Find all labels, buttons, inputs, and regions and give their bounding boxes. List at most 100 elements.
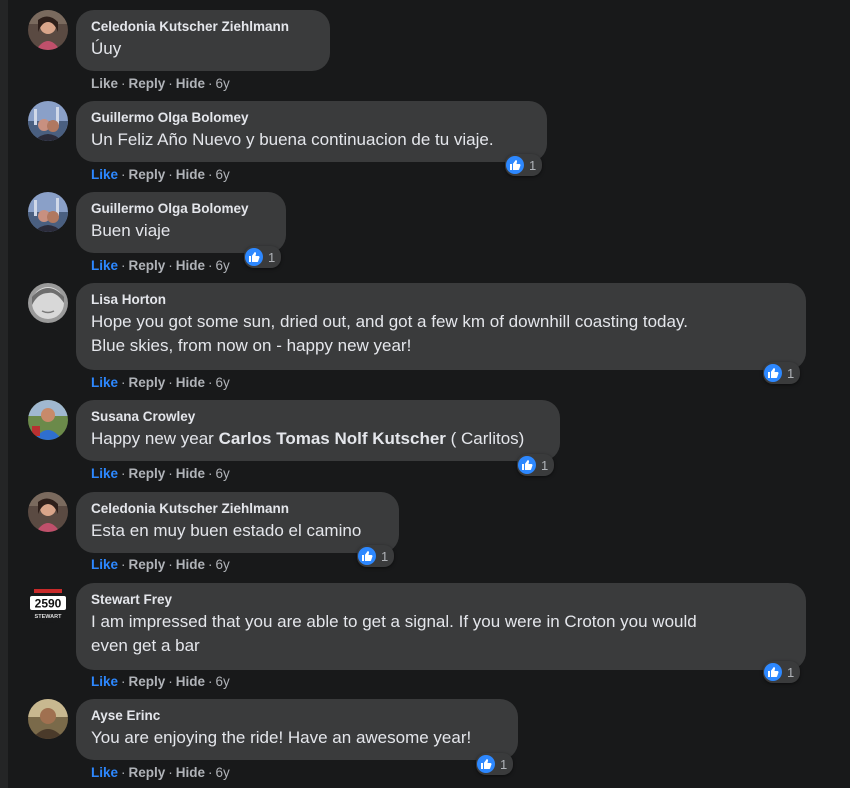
mention-link[interactable]: Carlos Tomas Nolf Kutscher bbox=[219, 429, 446, 448]
avatar[interactable] bbox=[28, 101, 68, 141]
timestamp[interactable]: 6y bbox=[216, 258, 230, 273]
separator: · bbox=[168, 466, 173, 481]
separator: · bbox=[208, 375, 213, 390]
hide-button[interactable]: Hide bbox=[176, 674, 205, 689]
hide-button[interactable]: Hide bbox=[176, 765, 205, 780]
avatar[interactable] bbox=[28, 10, 68, 50]
reaction-count[interactable]: 1 bbox=[763, 362, 801, 384]
thumbs-up-icon bbox=[245, 248, 263, 266]
comment-text-line: even get a bar bbox=[91, 636, 200, 655]
reply-button[interactable]: Reply bbox=[129, 375, 166, 390]
reply-button[interactable]: Reply bbox=[129, 765, 166, 780]
comment-author[interactable]: Ayse Erinc bbox=[91, 707, 506, 724]
comment-actions: Like · Reply · Hide · 6y bbox=[91, 76, 230, 92]
comment-text: Hope you got some sun, dried out, and go… bbox=[91, 310, 794, 358]
separator: · bbox=[208, 167, 213, 182]
comment-text-part: ( Carlitos) bbox=[445, 429, 525, 448]
comment-author[interactable]: Guillermo Olga Bolomey bbox=[91, 109, 535, 126]
timestamp[interactable]: 6y bbox=[216, 674, 230, 689]
hide-button[interactable]: Hide bbox=[176, 167, 205, 182]
comment-bubble: Celedonia Kutscher Ziehlmann Úuy bbox=[76, 10, 330, 71]
hide-button[interactable]: Hide bbox=[176, 375, 205, 390]
like-button[interactable]: Like bbox=[91, 466, 118, 481]
separator: · bbox=[208, 258, 213, 273]
reply-button[interactable]: Reply bbox=[129, 258, 166, 273]
comment-bubble: Guillermo Olga Bolomey Buen viaje bbox=[76, 192, 286, 253]
avatar-number: 2590 bbox=[35, 597, 62, 611]
like-button[interactable]: Like bbox=[91, 557, 118, 572]
avatar[interactable] bbox=[28, 192, 68, 232]
comment-author[interactable]: Guillermo Olga Bolomey bbox=[91, 200, 274, 217]
separator: · bbox=[121, 557, 126, 572]
reply-button[interactable]: Reply bbox=[129, 557, 166, 572]
reaction-count[interactable]: 1 bbox=[244, 246, 282, 268]
comment-author[interactable]: Lisa Horton bbox=[91, 291, 794, 308]
avatar-image bbox=[28, 492, 68, 532]
timestamp[interactable]: 6y bbox=[216, 557, 230, 572]
like-button[interactable]: Like bbox=[91, 258, 118, 273]
avatar[interactable] bbox=[28, 699, 68, 739]
comment-text: Happy new year Carlos Tomas Nolf Kutsche… bbox=[91, 427, 548, 451]
comment-actions: Like · Reply · Hide · 6y bbox=[91, 674, 230, 690]
avatar-label: STEWART bbox=[35, 614, 63, 620]
like-button[interactable]: Like bbox=[91, 167, 118, 182]
avatar-image bbox=[28, 400, 68, 440]
timestamp[interactable]: 6y bbox=[216, 167, 230, 182]
reaction-number: 1 bbox=[541, 457, 549, 473]
left-panel-edge bbox=[0, 0, 8, 788]
avatar[interactable] bbox=[28, 283, 68, 323]
comment-bubble: Guillermo Olga Bolomey Un Feliz Año Nuev… bbox=[76, 101, 547, 162]
timestamp[interactable]: 6y bbox=[216, 375, 230, 390]
comment-author[interactable]: Celedonia Kutscher Ziehlmann bbox=[91, 18, 318, 35]
reply-button[interactable]: Reply bbox=[129, 674, 166, 689]
separator: · bbox=[121, 167, 126, 182]
separator: · bbox=[168, 765, 173, 780]
hide-button[interactable]: Hide bbox=[176, 76, 205, 91]
thumbs-up-icon bbox=[477, 755, 495, 773]
separator: · bbox=[208, 674, 213, 689]
reply-button[interactable]: Reply bbox=[129, 466, 166, 481]
comment-bubble: Susana Crowley Happy new year Carlos Tom… bbox=[76, 400, 560, 461]
hide-button[interactable]: Hide bbox=[176, 258, 205, 273]
separator: · bbox=[121, 375, 126, 390]
hide-button[interactable]: Hide bbox=[176, 557, 205, 572]
reply-button[interactable]: Reply bbox=[129, 76, 166, 91]
comment-text: Esta en muy buen estado el camino bbox=[91, 521, 362, 540]
thumbs-up-icon bbox=[764, 663, 782, 681]
timestamp[interactable]: 6y bbox=[216, 76, 230, 91]
reaction-count[interactable]: 1 bbox=[505, 154, 543, 176]
separator: · bbox=[121, 765, 126, 780]
timestamp[interactable]: 6y bbox=[216, 765, 230, 780]
reaction-count[interactable]: 1 bbox=[476, 753, 514, 775]
like-button[interactable]: Like bbox=[91, 765, 118, 780]
separator: · bbox=[121, 466, 126, 481]
comment-text: I am impressed that you are able to get … bbox=[91, 610, 794, 658]
comment-author[interactable]: Celedonia Kutscher Ziehlmann bbox=[91, 500, 387, 517]
avatar-image bbox=[28, 283, 68, 323]
thumbs-up-icon bbox=[518, 456, 536, 474]
separator: · bbox=[208, 466, 213, 481]
comment-text: Úuy bbox=[91, 39, 122, 58]
separator: · bbox=[168, 258, 173, 273]
avatar-image bbox=[28, 192, 68, 232]
like-button[interactable]: Like bbox=[91, 674, 118, 689]
reaction-count[interactable]: 1 bbox=[763, 661, 801, 683]
comment-text-line: I am impressed that you are able to get … bbox=[91, 612, 697, 631]
avatar-image bbox=[28, 10, 68, 50]
timestamp[interactable]: 6y bbox=[216, 466, 230, 481]
avatar[interactable]: 2590 STEWART bbox=[28, 583, 68, 623]
reaction-count[interactable]: 1 bbox=[357, 545, 395, 567]
avatar[interactable] bbox=[28, 492, 68, 532]
comment-text: Buen viaje bbox=[91, 221, 171, 240]
separator: · bbox=[168, 167, 173, 182]
reaction-count[interactable]: 1 bbox=[517, 454, 555, 476]
avatar-image bbox=[28, 699, 68, 739]
comment-actions: Like · Reply · Hide · 6y bbox=[91, 557, 230, 573]
comment-author[interactable]: Stewart Frey bbox=[91, 591, 794, 608]
like-button[interactable]: Like bbox=[91, 76, 118, 91]
like-button[interactable]: Like bbox=[91, 375, 118, 390]
hide-button[interactable]: Hide bbox=[176, 466, 205, 481]
reply-button[interactable]: Reply bbox=[129, 167, 166, 182]
avatar[interactable] bbox=[28, 400, 68, 440]
comment-author[interactable]: Susana Crowley bbox=[91, 408, 548, 425]
